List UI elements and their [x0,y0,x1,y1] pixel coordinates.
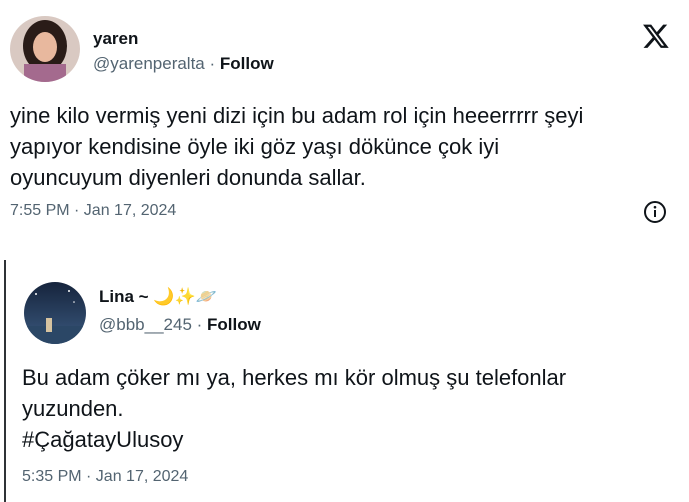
x-logo-icon[interactable] [641,22,671,50]
separator: · [191,315,208,334]
tweet-text-line: Bu adam çöker mı ya, herkes mı kör olmuş… [22,365,567,390]
tweet-text-line: oyuncuyum diyenleri donunda sallar. [10,165,366,190]
follow-button[interactable]: Follow [207,315,261,334]
hashtag-link[interactable]: #ÇağatayUlusoy [22,424,682,455]
handle[interactable]: @yarenperalta [93,54,205,73]
info-icon[interactable] [643,200,667,224]
handle[interactable]: @bbb__245 [99,315,192,334]
tweet-text: Bu adam çöker mı ya, herkes mı kör olmuş… [22,362,682,455]
avatar[interactable] [10,16,80,82]
separator: · [204,54,220,73]
handle-line: @yarenperalta · Follow [93,54,274,74]
screenshot-page: yaren @yarenperalta · Follow yine kilo v… [0,0,689,502]
separator-gap [0,238,689,260]
display-name[interactable]: Lina ~ 🌙✨🪐 [99,287,217,307]
follow-button[interactable]: Follow [220,54,274,73]
tweet-text-line: yine kilo vermiş yeni dizi için bu adam … [10,103,584,128]
tweet-text: yine kilo vermiş yeni dizi için bu adam … [10,100,670,193]
handle-line: @bbb__245 · Follow [99,315,261,335]
timestamp[interactable]: 7:55 PM · Jan 17, 2024 [10,202,176,220]
tweet-card-2[interactable]: Lina ~ 🌙✨🪐 @bbb__245 · Follow Bu adam çö… [0,260,689,502]
display-name[interactable]: yaren [93,29,138,49]
tweet-text-line: yapıyor kendisine öyle iki göz yaşı dökü… [10,134,500,159]
quote-bar [4,260,6,502]
tweet-card-1[interactable]: yaren @yarenperalta · Follow yine kilo v… [0,0,689,238]
timestamp[interactable]: 5:35 PM · Jan 17, 2024 [22,468,188,486]
tweet-text-line: yuzunden. [22,396,124,421]
avatar[interactable] [24,282,86,344]
